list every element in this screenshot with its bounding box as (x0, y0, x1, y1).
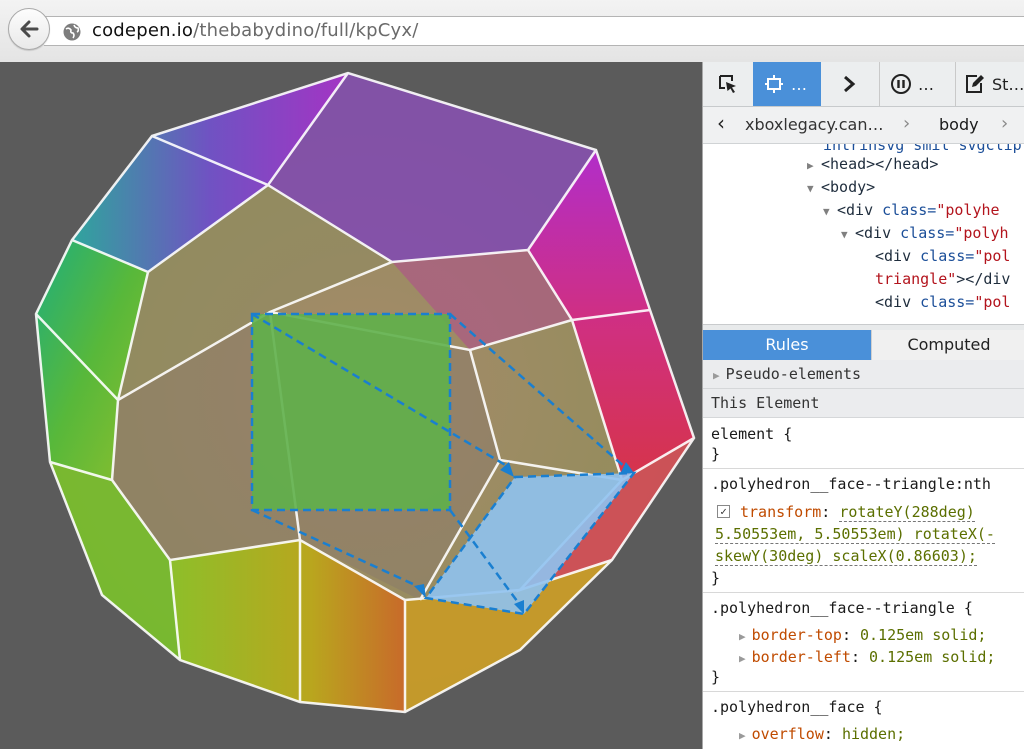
breadcrumb-separator-icon: › (903, 113, 911, 134)
pause-button[interactable]: … (879, 62, 955, 106)
element-rule-selector[interactable]: element { (711, 423, 792, 445)
border-left-declaration[interactable]: ▶ border-left: 0.125em solid; (739, 646, 995, 668)
expand-triangle-icon[interactable]: ▶ (739, 630, 746, 643)
style-editor-label: St… (992, 74, 1024, 94)
breadcrumb-back-icon[interactable]: ‹ (717, 111, 725, 135)
markup-node-head[interactable]: ▶ <head></head> (807, 154, 938, 174)
markup-node-div[interactable]: ▼ <div class="polyh (841, 223, 1009, 243)
page-canvas (0, 62, 702, 749)
expand-triangle-icon[interactable]: ▶ (739, 652, 746, 665)
rule-selector-nth[interactable]: .polyhedron__face--triangle:nth (711, 473, 991, 495)
pseudo-elements-label: Pseudo-elements (725, 365, 862, 383)
back-arrow-icon (20, 20, 39, 38)
box-model-icon (765, 75, 783, 93)
markup-node-div[interactable]: <div class="pol (875, 292, 1010, 312)
pseudo-elements-header[interactable]: ▶ Pseudo-elements (703, 360, 1024, 389)
this-element-label: This Element (711, 394, 820, 412)
expand-triangle-icon[interactable]: ▶ (807, 156, 821, 176)
breadcrumb-item-root[interactable]: xboxlegacy.can… (745, 115, 883, 134)
devtools-panel: … … St… ‹ xboxlegacy.can… › body › intri… (702, 62, 1024, 749)
transform-declaration[interactable]: ✓ transform: rotateY(288deg) (717, 501, 975, 523)
breadcrumb-item-body[interactable]: body (939, 115, 979, 134)
style-editor-button[interactable]: St… (955, 62, 1024, 106)
devtools-toolbar: … … St… (703, 62, 1024, 107)
rule-selector-face[interactable]: .polyhedron__face { (711, 696, 883, 718)
sidebar-tabs: Rules Computed (703, 330, 1024, 360)
rule-close-brace: } (711, 445, 721, 463)
url-host: codepen.io (92, 20, 194, 41)
next-button[interactable] (821, 62, 877, 106)
markup-node-body[interactable]: ▼ <body> (807, 177, 875, 197)
this-element-header: This Element (703, 389, 1024, 418)
polyhedron-graphic (34, 71, 696, 714)
declaration-checkbox[interactable]: ✓ (717, 505, 730, 518)
tab-rules[interactable]: Rules (703, 330, 871, 360)
collapse-triangle-icon[interactable]: ▼ (841, 225, 855, 245)
browser-toolbar: codepen.io/thebabydino/full/kpCyx/ (0, 0, 1024, 63)
chevron-right-icon (844, 75, 856, 93)
back-button[interactable] (8, 8, 50, 50)
box-model-label: … (791, 74, 807, 94)
element-picker-icon (719, 75, 736, 93)
element-picker-button[interactable] (703, 62, 753, 106)
expand-triangle-icon[interactable]: ▶ (739, 729, 746, 742)
edit-icon (966, 75, 984, 93)
markup-node-div-cont: triangle"></div (875, 270, 1011, 288)
markup-node-div[interactable]: <div class="pol (875, 246, 1010, 266)
address-bar[interactable]: codepen.io/thebabydino/full/kpCyx/ (44, 16, 1024, 46)
breadcrumb: ‹ xboxlegacy.can… › body › (703, 107, 1024, 144)
rule-selector-triangle[interactable]: .polyhedron__face--triangle { (711, 597, 973, 619)
border-top-declaration[interactable]: ▶ border-top: 0.125em solid; (739, 624, 986, 646)
pause-label: … (918, 74, 934, 94)
transform-value-line: 5.50553em, 5.50553em) rotateX(- (715, 525, 995, 544)
rule-divider (703, 691, 1024, 692)
url-path: /thebabydino/full/kpCyx/ (193, 20, 419, 41)
transform-value-line: skewY(30deg) scaleX(0.86603); (715, 547, 977, 566)
expand-triangle-icon[interactable]: ▶ (713, 369, 720, 382)
markup-node-div[interactable]: ▼ <div class="polyhe (823, 200, 1000, 220)
overflow-declaration[interactable]: ▶ overflow: hidden; (739, 723, 905, 745)
collapse-triangle-icon[interactable]: ▼ (823, 202, 837, 222)
tab-computed[interactable]: Computed (871, 330, 1024, 360)
rules-view: ▶ Pseudo-elements This Element element { … (703, 360, 1024, 749)
breadcrumb-separator-icon: › (1001, 113, 1009, 134)
rule-close-brace: } (711, 668, 721, 686)
pause-icon (891, 74, 911, 94)
box-model-button[interactable]: … (753, 62, 821, 106)
globe-icon (63, 23, 81, 41)
rule-divider (703, 592, 1024, 593)
markup-view: intrinsvg smil svgclip ▶ <head></head> ▼ <… (703, 144, 1024, 324)
rule-close-brace: } (711, 569, 721, 587)
collapse-triangle-icon[interactable]: ▼ (807, 179, 821, 199)
url-text[interactable]: codepen.io/thebabydino/full/kpCyx/ (92, 20, 419, 41)
rule-divider (703, 468, 1024, 469)
